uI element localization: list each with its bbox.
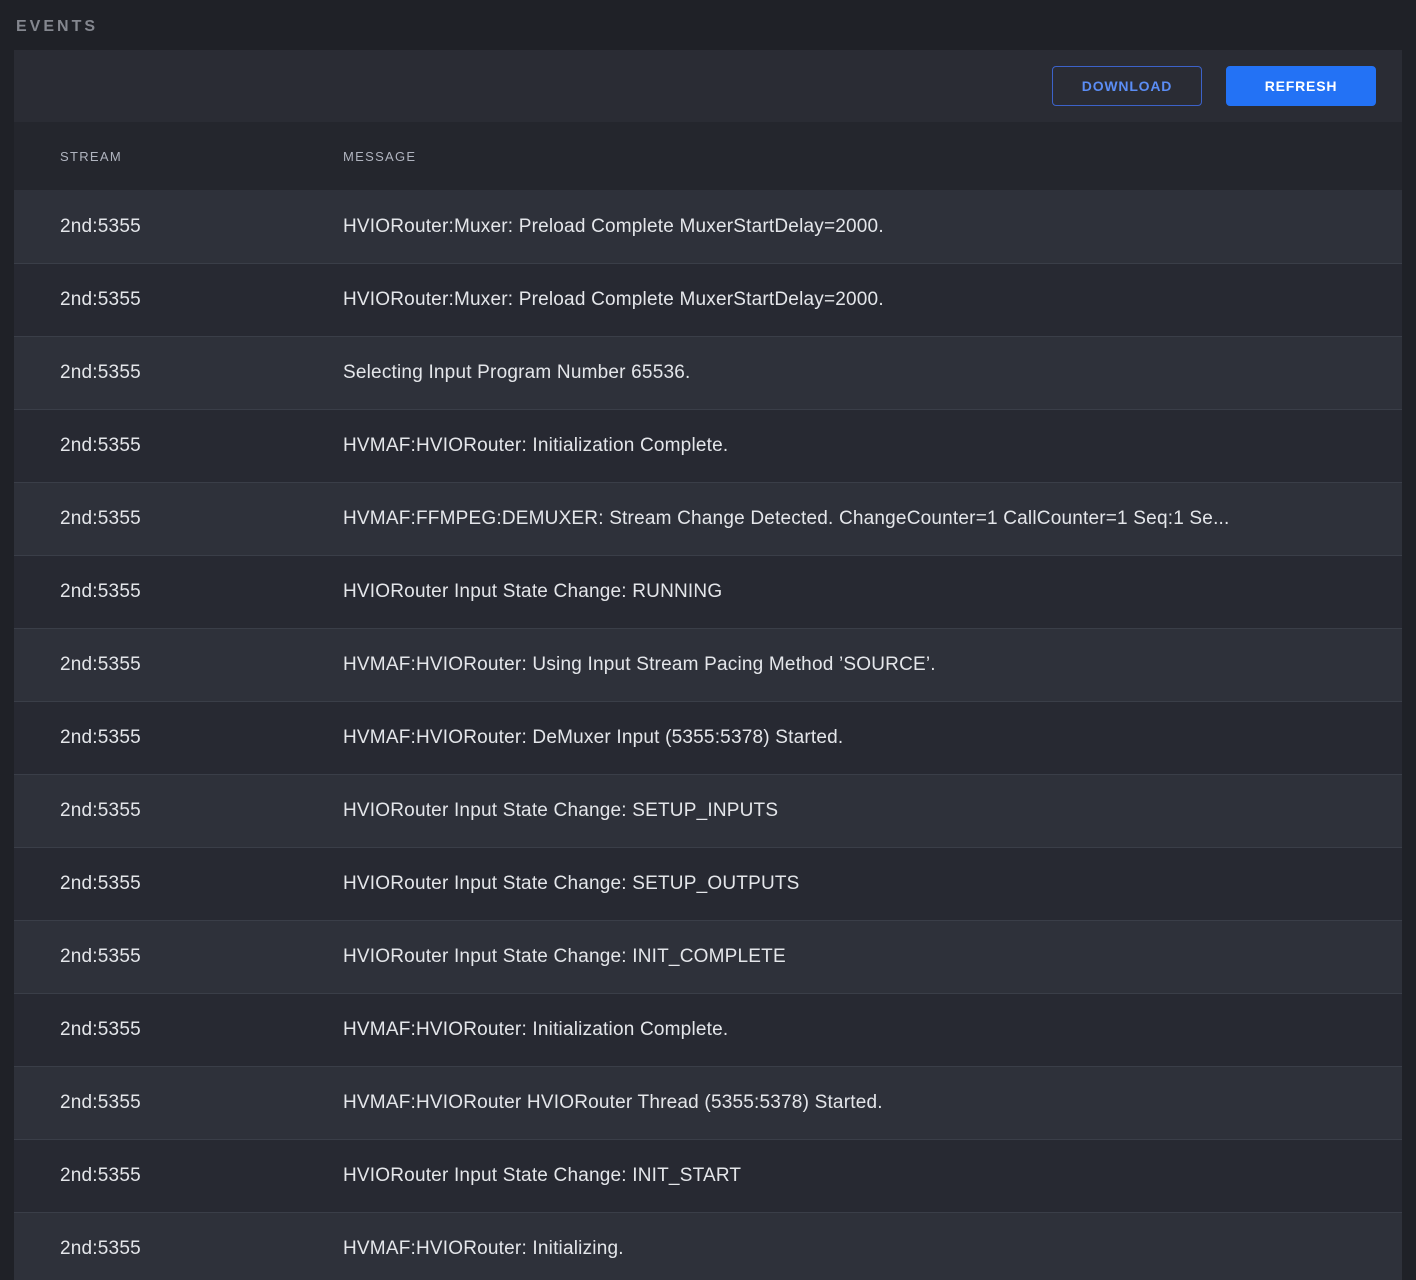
message-cell: HVMAF:HVIORouter: DeMuxer Input (5355:53… (343, 727, 1402, 749)
message-cell: HVMAF:HVIORouter: Using Input Stream Pac… (343, 654, 1402, 676)
stream-cell: 2nd:5355 (14, 800, 343, 822)
refresh-button[interactable]: REFRESH (1226, 66, 1376, 106)
events-toolbar: DOWNLOAD REFRESH (14, 50, 1402, 122)
message-cell: HVMAF:HVIORouter: Initialization Complet… (343, 435, 1402, 457)
table-row: 2nd:5355HVMAF:HVIORouter: DeMuxer Input … (14, 701, 1402, 774)
table-row: 2nd:5355HVMAF:FFMPEG:DEMUXER: Stream Cha… (14, 482, 1402, 555)
table-row: 2nd:5355HVIORouter Input State Change: S… (14, 847, 1402, 920)
message-cell: HVIORouter:Muxer: Preload Complete Muxer… (343, 289, 1402, 311)
table-row: 2nd:5355HVMAF:HVIORouter: Initialization… (14, 409, 1402, 482)
table-row: 2nd:5355HVIORouter Input State Change: S… (14, 774, 1402, 847)
stream-cell: 2nd:5355 (14, 289, 343, 311)
message-cell: HVIORouter Input State Change: INIT_STAR… (343, 1165, 1402, 1187)
table-row: 2nd:5355HVMAF:HVIORouter: Using Input St… (14, 628, 1402, 701)
table-row: 2nd:5355HVIORouter:Muxer: Preload Comple… (14, 263, 1402, 336)
message-cell: HVIORouter:Muxer: Preload Complete Muxer… (343, 216, 1402, 238)
message-cell: HVMAF:HVIORouter: Initialization Complet… (343, 1019, 1402, 1041)
stream-cell: 2nd:5355 (14, 727, 343, 749)
table-row: 2nd:5355HVIORouter Input State Change: I… (14, 920, 1402, 993)
stream-cell: 2nd:5355 (14, 654, 343, 676)
events-table-body: 2nd:5355HVIORouter:Muxer: Preload Comple… (14, 190, 1402, 1280)
message-cell: HVIORouter Input State Change: RUNNING (343, 581, 1402, 603)
download-button[interactable]: DOWNLOAD (1052, 66, 1202, 106)
table-row: 2nd:5355HVMAF:HVIORouter: Initialization… (14, 993, 1402, 1066)
message-cell: HVIORouter Input State Change: SETUP_INP… (343, 800, 1402, 822)
message-cell: Selecting Input Program Number 65536. (343, 362, 1402, 384)
table-row: 2nd:5355Selecting Input Program Number 6… (14, 336, 1402, 409)
stream-cell: 2nd:5355 (14, 362, 343, 384)
stream-cell: 2nd:5355 (14, 1092, 343, 1114)
table-row: 2nd:5355HVMAF:HVIORouter HVIORouter Thre… (14, 1066, 1402, 1139)
stream-cell: 2nd:5355 (14, 216, 343, 238)
message-cell: HVMAF:HVIORouter HVIORouter Thread (5355… (343, 1092, 1402, 1114)
column-header-message: MESSAGE (343, 149, 1402, 164)
table-row: 2nd:5355HVIORouter Input State Change: I… (14, 1139, 1402, 1212)
stream-cell: 2nd:5355 (14, 1019, 343, 1041)
stream-cell: 2nd:5355 (14, 1165, 343, 1187)
message-cell: HVIORouter Input State Change: SETUP_OUT… (343, 873, 1402, 895)
message-cell: HVMAF:HVIORouter: Initializing. (343, 1238, 1402, 1260)
column-header-stream: STREAM (14, 149, 343, 164)
table-row: 2nd:5355HVMAF:HVIORouter: Initializing. (14, 1212, 1402, 1280)
table-row: 2nd:5355HVIORouter:Muxer: Preload Comple… (14, 190, 1402, 263)
table-header-row: STREAM MESSAGE (14, 122, 1402, 190)
message-cell: HVIORouter Input State Change: INIT_COMP… (343, 946, 1402, 968)
page-title: EVENTS (0, 0, 1416, 50)
stream-cell: 2nd:5355 (14, 873, 343, 895)
message-cell: HVMAF:FFMPEG:DEMUXER: Stream Change Dete… (343, 508, 1402, 530)
stream-cell: 2nd:5355 (14, 581, 343, 603)
table-row: 2nd:5355HVIORouter Input State Change: R… (14, 555, 1402, 628)
stream-cell: 2nd:5355 (14, 435, 343, 457)
stream-cell: 2nd:5355 (14, 946, 343, 968)
events-panel: DOWNLOAD REFRESH STREAM MESSAGE 2nd:5355… (14, 50, 1402, 1280)
stream-cell: 2nd:5355 (14, 508, 343, 530)
stream-cell: 2nd:5355 (14, 1238, 343, 1260)
